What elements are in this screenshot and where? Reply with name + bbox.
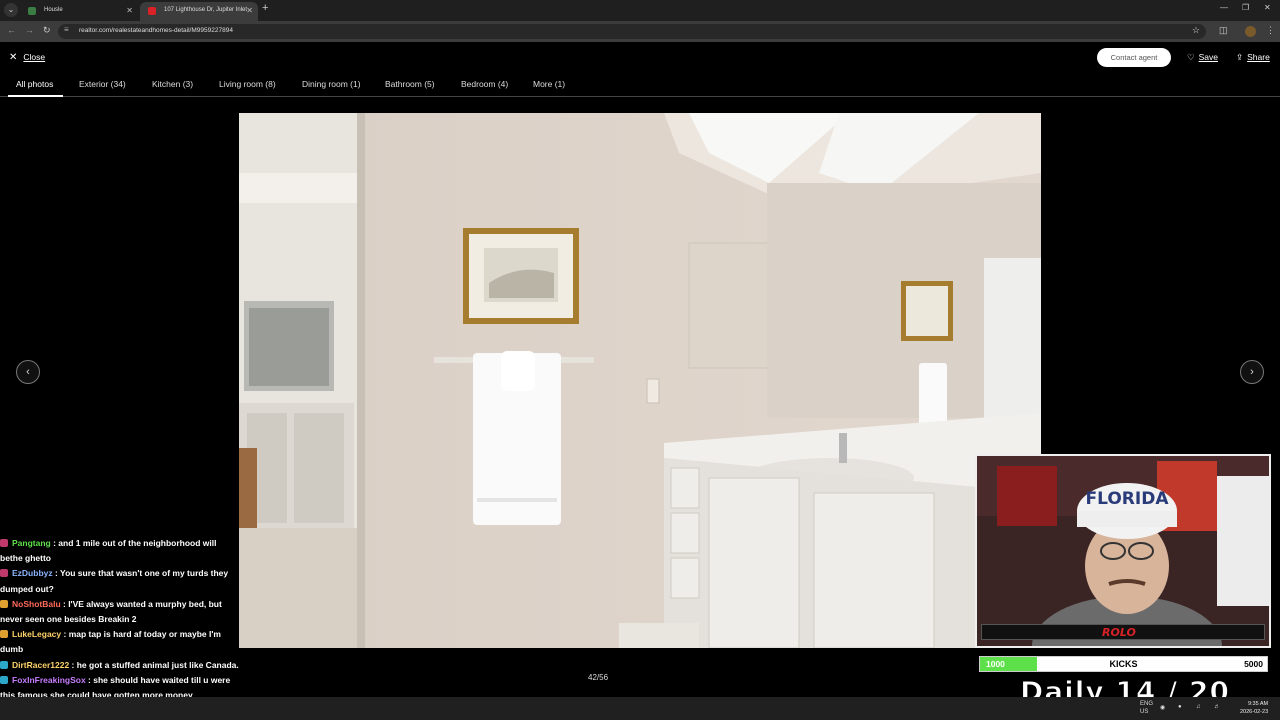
chevron-right-icon: › bbox=[1250, 366, 1254, 378]
clock-time: 9:35 AM bbox=[1247, 701, 1269, 707]
tab-exterior[interactable]: Exterior (34) bbox=[79, 79, 126, 89]
chat-badge-icon bbox=[0, 539, 8, 547]
tab-bedroom[interactable]: Bedroom (4) bbox=[461, 79, 508, 89]
chat-message: NoShotBalu : I'VE always wanted a murphy… bbox=[0, 597, 240, 627]
webcam-overlay: FLORIDA ROLO bbox=[975, 454, 1271, 648]
tray-volume-icon[interactable]: ♫ bbox=[1196, 704, 1201, 710]
clock-date: 2026-02-23 bbox=[1240, 709, 1269, 715]
browser-toolbar: ← → ↻ ≡ realtor.com/realestateandhomes-d… bbox=[0, 21, 1280, 42]
address-bar[interactable]: ≡ realtor.com/realestateandhomes-detail/… bbox=[58, 24, 1206, 39]
chat-message: DirtRacer1222 : he got a stuffed animal … bbox=[0, 658, 240, 673]
tab-all-photos[interactable]: All photos bbox=[16, 79, 53, 89]
chat-username: LukeLegacy bbox=[12, 629, 62, 640]
tray-wifi-icon[interactable]: ◉ bbox=[1160, 704, 1165, 711]
tray-region: US bbox=[1140, 709, 1149, 715]
tray-mic-icon[interactable]: ● bbox=[1178, 704, 1182, 710]
stream-chat-overlay: Pangtang : and 1 mile out of the neighbo… bbox=[0, 536, 240, 720]
chat-badge-icon bbox=[0, 599, 8, 608]
system-clock[interactable]: 9:35 AM 2026-02-23 bbox=[1240, 700, 1268, 716]
close-gallery-button[interactable]: ✕ Close bbox=[9, 52, 45, 63]
chat-badge-icon bbox=[0, 660, 8, 669]
chat-username: Pangtang bbox=[12, 538, 51, 548]
chat-message: EzDubbyz : You sure that wasn't one of m… bbox=[0, 566, 240, 596]
next-photo-button[interactable]: › bbox=[1240, 360, 1264, 384]
hat-text: FLORIDA bbox=[1086, 489, 1170, 509]
windows-taskbar: ENG US ◉ ● ♫ ♬ 9:35 AM 2026-02-23 bbox=[0, 697, 1280, 720]
streamer-webcam-image: FLORIDA bbox=[977, 456, 1269, 646]
chevron-left-icon: ‹ bbox=[26, 366, 30, 378]
profile-avatar[interactable] bbox=[1245, 26, 1256, 37]
photo-counter: 42/56 bbox=[588, 673, 609, 682]
tab-living-room[interactable]: Living room (8) bbox=[219, 79, 276, 89]
tray-lang[interactable]: ENG bbox=[1140, 701, 1153, 707]
minimize-icon[interactable]: — bbox=[1220, 3, 1228, 12]
new-tab-button[interactable]: + bbox=[262, 2, 268, 14]
close-tab-icon[interactable]: ✕ bbox=[126, 2, 133, 19]
chat-username: DirtRacer1222 bbox=[12, 659, 70, 670]
restore-icon[interactable]: ❐ bbox=[1242, 3, 1249, 12]
housle-favicon-icon bbox=[28, 7, 36, 15]
back-icon[interactable]: ← bbox=[7, 25, 16, 35]
rolo-logo: ROLO bbox=[1102, 626, 1136, 639]
chat-badge-icon bbox=[0, 675, 8, 684]
save-button[interactable]: ♡ Save bbox=[1187, 52, 1218, 63]
realtor-favicon-icon bbox=[148, 7, 156, 15]
close-tab-icon[interactable]: ✕ bbox=[246, 2, 253, 19]
extensions-icon[interactable]: ◫ bbox=[1219, 25, 1228, 36]
tab-title: 107 Lighthouse Dr, Jupiter Inlet bbox=[164, 7, 248, 13]
chat-message: LukeLegacy : map tap is hard af today or… bbox=[0, 627, 240, 657]
bathroom-photo-image bbox=[239, 113, 1041, 648]
browser-tab-strip: ⌄ Housle ✕ 107 Lighthouse Dr, Jupiter In… bbox=[0, 0, 1280, 21]
share-button[interactable]: ⇪ Share bbox=[1236, 52, 1270, 63]
listing-photo[interactable] bbox=[239, 113, 1041, 648]
heart-icon: ♡ bbox=[1187, 52, 1195, 62]
contact-agent-button[interactable]: Contact agent bbox=[1097, 48, 1171, 67]
reload-icon[interactable]: ↻ bbox=[43, 25, 51, 36]
chat-badge-icon bbox=[0, 630, 8, 639]
kicks-label: KICKS bbox=[1109, 659, 1138, 669]
close-icon: ✕ bbox=[9, 52, 18, 63]
cam-nameplate: ROLO bbox=[981, 624, 1265, 640]
forward-icon[interactable]: → bbox=[25, 25, 34, 35]
browser-tab-1[interactable]: Housle ✕ bbox=[20, 2, 138, 21]
tab-kitchen[interactable]: Kitchen (3) bbox=[152, 79, 193, 89]
previous-photo-button[interactable]: ‹ bbox=[16, 360, 40, 384]
bookmark-star-icon[interactable]: ☆ bbox=[1192, 25, 1200, 36]
url-text[interactable]: realtor.com/realestateandhomes-detail/M9… bbox=[79, 27, 233, 34]
share-icon: ⇪ bbox=[1236, 52, 1244, 62]
browser-tab-2[interactable]: 107 Lighthouse Dr, Jupiter Inlet ✕ bbox=[140, 2, 258, 21]
chat-username: FoxInFreakingSox bbox=[12, 674, 86, 685]
chat-username: NoShotBalu bbox=[12, 598, 61, 609]
active-tab-indicator bbox=[8, 95, 63, 97]
tab-search-button[interactable]: ⌄ bbox=[4, 3, 18, 17]
tab-more[interactable]: More (1) bbox=[533, 79, 565, 89]
tab-dining-room[interactable]: Dining room (1) bbox=[302, 79, 361, 89]
tab-bathroom[interactable]: Bathroom (5) bbox=[385, 79, 435, 89]
kicks-goal: 5000 bbox=[1244, 659, 1263, 669]
chat-username: EzDubbyz bbox=[12, 568, 53, 579]
chat-message: Pangtang : and 1 mile out of the neighbo… bbox=[0, 536, 240, 566]
tab-title: Housle bbox=[44, 7, 63, 13]
chat-text: : he got a stuffed animal just like Cana… bbox=[69, 659, 239, 670]
gallery-header: ✕ Close Contact agent ♡ Save ⇪ Share bbox=[0, 42, 1280, 74]
tray-volume-icon[interactable]: ♬ bbox=[1214, 704, 1220, 710]
close-window-icon[interactable]: ✕ bbox=[1264, 3, 1271, 12]
browser-menu-icon[interactable]: ⋮ bbox=[1266, 25, 1275, 36]
photo-category-tabs: All photos Exterior (34) Kitchen (3) Liv… bbox=[0, 74, 1280, 97]
site-info-icon[interactable]: ≡ bbox=[64, 25, 69, 34]
chat-badge-icon bbox=[0, 569, 8, 578]
kicks-goal-bar: 1000 KICKS 5000 bbox=[979, 656, 1268, 672]
